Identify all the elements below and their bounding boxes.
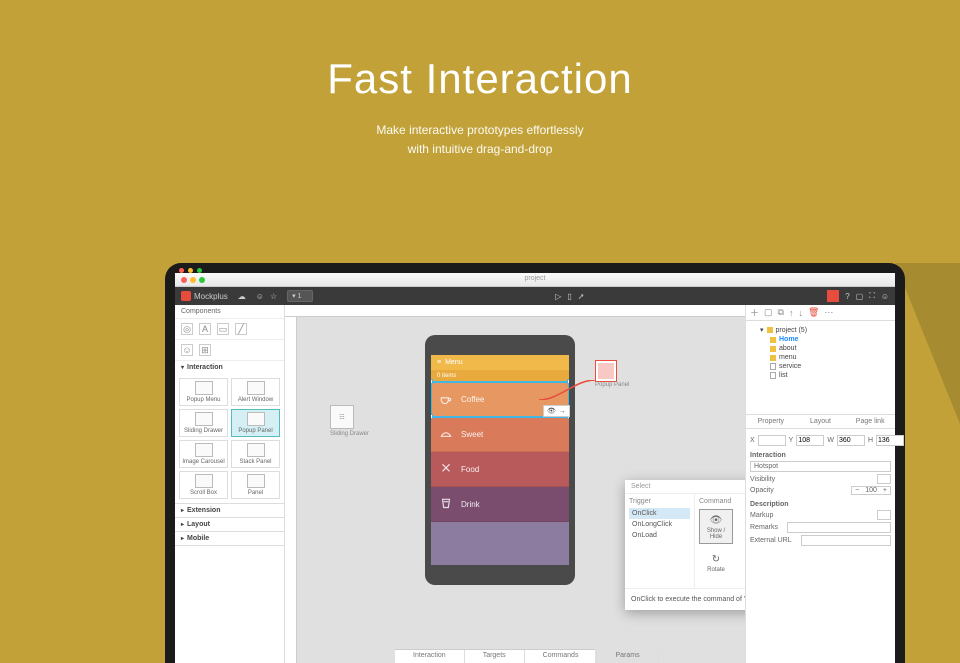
arrow-icon[interactable]: ➚ xyxy=(578,292,585,301)
section-extension[interactable]: Extension xyxy=(175,504,284,517)
tree-page-home[interactable]: Home xyxy=(750,335,891,344)
interaction-dropdown[interactable]: Hotspot xyxy=(750,461,891,472)
tree-page-list[interactable]: list xyxy=(750,371,891,380)
bottom-tabs: Interaction Targets Commands Params xyxy=(395,649,595,663)
folder-icon[interactable]: ▢ xyxy=(764,307,773,318)
expand-icon[interactable]: ⛶ xyxy=(869,291,875,301)
section-layout[interactable]: Layout xyxy=(175,518,284,531)
comp-popup-panel[interactable]: Popup Panel xyxy=(231,409,280,437)
tree-page-about[interactable]: about xyxy=(750,344,891,353)
cmd-move[interactable]: →Move xyxy=(737,509,745,544)
command-label: Command xyxy=(699,498,745,505)
section-mobile[interactable]: Mobile xyxy=(175,532,284,545)
tab-params[interactable]: Params xyxy=(597,650,658,663)
input-h[interactable] xyxy=(876,435,904,446)
user-icon[interactable]: ☺ xyxy=(881,292,889,301)
ruler-vertical xyxy=(285,317,297,663)
duplicate-icon[interactable]: ⧉ xyxy=(778,307,784,318)
down-icon[interactable]: ↓ xyxy=(798,308,803,318)
group-icon[interactable]: ⊞ xyxy=(199,344,211,356)
cmd-rotate[interactable]: ↻Rotate xyxy=(699,548,733,577)
section-interaction[interactable]: Interaction xyxy=(175,361,284,374)
comp-scroll-box[interactable]: Scroll Box xyxy=(179,471,228,499)
app-toolbar: Mockplus ☁ ☺ ☆ ▾ 1 ▷ ▯ ➚ ? ▢ ⛶ ☺ xyxy=(175,287,895,305)
tab-commands[interactable]: Commands xyxy=(525,650,598,663)
tab-targets[interactable]: Targets xyxy=(465,650,525,663)
connection-line xyxy=(539,380,595,400)
list-item-drink[interactable]: Drink xyxy=(431,487,569,522)
opacity-stepper[interactable]: −100+ xyxy=(851,486,891,495)
comp-alert-window[interactable]: Alert Window xyxy=(231,378,280,406)
right-panel: ＋ ▢ ⧉ ↑ ↓ 🗑 ⋯ ▾ project (5) Home about m… xyxy=(745,305,895,663)
ruler-horizontal xyxy=(285,305,745,317)
app-logo: Mockplus xyxy=(181,291,228,301)
text-icon[interactable]: A xyxy=(199,323,211,335)
image-icon[interactable]: ☺ xyxy=(181,344,193,356)
settings-icon[interactable]: ▢ xyxy=(856,292,864,301)
components-header: Components xyxy=(175,305,284,319)
list-item-food[interactable]: Food xyxy=(431,452,569,487)
markup-toggle[interactable] xyxy=(877,510,891,520)
cmd-show-hide[interactable]: 👁Show / Hide xyxy=(699,509,733,544)
tab-layout-prop[interactable]: Layout xyxy=(796,415,846,428)
help-icon[interactable]: ? xyxy=(845,292,849,301)
play-icon[interactable]: ▷ xyxy=(555,292,561,301)
tree-page-menu[interactable]: menu xyxy=(750,353,891,362)
tab-interaction[interactable]: Interaction xyxy=(395,650,465,663)
url-input[interactable] xyxy=(801,535,891,546)
smiley-icon[interactable]: ☺ xyxy=(256,292,264,301)
delete-icon[interactable]: 🗑 xyxy=(808,307,819,318)
comp-sliding-drawer[interactable]: Sliding Drawer xyxy=(179,409,228,437)
device-frame: ≡ Menu 0 items Coffee Sweet xyxy=(425,335,575,585)
description-heading: Description xyxy=(750,501,789,508)
page-tree: ▾ project (5) Home about menu service li… xyxy=(746,321,895,384)
grid-icon[interactable] xyxy=(827,290,839,302)
trigger-label: Trigger xyxy=(629,498,690,505)
select-dialog: Select × Trigger OnClick OnLongClick OnL… xyxy=(625,480,745,610)
comp-popup-menu[interactable]: Popup Menu xyxy=(179,378,228,406)
list-item-sweet[interactable]: Sweet xyxy=(431,417,569,452)
tree-project[interactable]: ▾ project (5) xyxy=(750,325,891,335)
shapes-icon[interactable]: ◎ xyxy=(181,323,193,335)
trigger-onload[interactable]: OnLoad xyxy=(629,530,690,541)
tree-page-service[interactable]: service xyxy=(750,362,891,371)
canvas-sliding-drawer[interactable]: ☷Sliding Drawer xyxy=(330,405,369,437)
button-icon[interactable]: ▭ xyxy=(217,323,229,335)
phone-icon[interactable]: ▯ xyxy=(567,292,571,301)
laptop-frame: project Mockplus ☁ ☺ ☆ ▾ 1 ▷ ▯ ➚ ? ▢ xyxy=(165,263,905,663)
add-page-icon[interactable]: ＋ xyxy=(750,306,759,319)
tab-pagelink[interactable]: Page link xyxy=(845,415,895,428)
up-icon[interactable]: ↑ xyxy=(789,308,794,318)
remarks-input[interactable] xyxy=(787,522,891,533)
hero-title: Fast Interaction xyxy=(0,55,960,103)
cloud-icon[interactable]: ☁ xyxy=(238,292,246,301)
input-x[interactable] xyxy=(758,435,786,446)
window-title: project xyxy=(524,275,545,282)
comp-panel[interactable]: Panel xyxy=(231,471,280,499)
canvas[interactable]: ☷Sliding Drawer ≡ Menu 0 items Coffee xyxy=(285,305,745,663)
trigger-onlongclick[interactable]: OnLongClick xyxy=(629,519,690,530)
canvas-popup-panel[interactable]: Popup Panel xyxy=(595,360,629,388)
more-icon[interactable]: ⋯ xyxy=(824,307,833,318)
line-icon[interactable]: ╱ xyxy=(235,323,247,335)
dialog-title: Select xyxy=(631,483,650,490)
tab-property[interactable]: Property xyxy=(746,415,796,428)
input-y[interactable] xyxy=(796,435,824,446)
comp-stack-panel[interactable]: Stack Panel xyxy=(231,440,280,468)
trigger-onclick[interactable]: OnClick xyxy=(629,508,690,519)
star-icon[interactable]: ☆ xyxy=(270,292,277,301)
hero-subtitle: Make interactive prototypes effortlessly… xyxy=(0,121,960,159)
toolbar-dropdown[interactable]: ▾ 1 xyxy=(287,290,312,302)
components-panel: Components ◎ A ▭ ╱ ☺ ⊞ Interaction Popup… xyxy=(175,305,285,663)
input-w[interactable] xyxy=(837,435,865,446)
comp-image-carousel[interactable]: Image Carousel xyxy=(179,440,228,468)
interaction-heading: Interaction xyxy=(750,452,786,459)
visibility-toggle[interactable] xyxy=(877,474,891,484)
menu-bar[interactable]: ≡ Menu xyxy=(431,355,569,370)
link-chip[interactable]: 👁→ xyxy=(543,405,570,417)
window-titlebar: project xyxy=(175,273,895,287)
